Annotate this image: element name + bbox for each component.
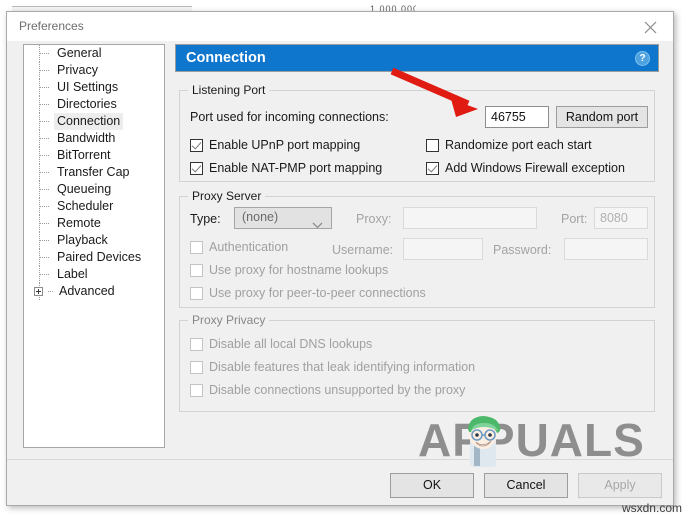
- sidebar-item-label: General: [57, 46, 102, 60]
- checkbox-enable-natpmp[interactable]: Enable NAT-PMP port mapping: [190, 161, 382, 175]
- sidebar-item-label: Transfer Cap: [57, 165, 130, 179]
- dialog-titlebar: Preferences: [7, 12, 673, 41]
- checkbox-box: [190, 383, 203, 397]
- sidebar-item-connection[interactable]: Connection: [24, 113, 164, 130]
- sidebar-item-label[interactable]: Label: [24, 266, 164, 283]
- proxy-host-input[interactable]: [403, 207, 537, 229]
- checkbox-box: [426, 138, 439, 152]
- checkbox-box: [190, 337, 203, 351]
- sidebar-item-advanced[interactable]: Advanced: [24, 283, 164, 300]
- checkbox-label: Enable NAT-PMP port mapping: [209, 161, 383, 175]
- checkbox-proxy-hostname-lookups[interactable]: Use proxy for hostname lookups: [190, 263, 388, 277]
- checkbox-box: [190, 286, 203, 300]
- sidebar-item-playback[interactable]: Playback: [24, 232, 164, 249]
- sidebar-item-label: Queueing: [57, 182, 112, 196]
- help-icon[interactable]: ?: [635, 51, 650, 66]
- settings-category-tree[interactable]: General Privacy UI Settings Directories Conn…: [23, 44, 165, 448]
- checkbox-label: Disable features that leak identifying i…: [209, 360, 476, 374]
- proxy-port-label: Port:: [561, 212, 588, 226]
- sidebar-item-general[interactable]: General: [24, 45, 164, 62]
- sidebar-item-label: Scheduler: [57, 199, 114, 213]
- checkbox-label: Use proxy for peer-to-peer connections: [209, 286, 426, 300]
- sidebar-item-label: Advanced: [59, 284, 115, 298]
- sidebar-item-directories[interactable]: Directories: [24, 96, 164, 113]
- checkbox-label: Disable all local DNS lookups: [209, 337, 373, 351]
- proxy-server-group: Proxy Server Type: (none) Proxy: Port: 8…: [179, 189, 655, 308]
- close-icon[interactable]: [629, 12, 673, 40]
- apply-button: Apply: [578, 473, 662, 498]
- pane-header: Connection ?: [175, 44, 659, 72]
- page-title: Connection: [186, 50, 266, 66]
- ok-button[interactable]: OK: [390, 473, 474, 498]
- proxy-password-label: Password:: [493, 243, 552, 257]
- sidebar-item-paired-devices[interactable]: Paired Devices: [24, 249, 164, 266]
- listening-port-group: Listening Port Port used for incoming co…: [179, 83, 655, 182]
- checkbox-randomize-port[interactable]: Randomize port each start: [426, 138, 592, 152]
- checkbox-disable-dns-lookups[interactable]: Disable all local DNS lookups: [190, 337, 372, 351]
- checkbox-authentication[interactable]: Authentication: [190, 240, 288, 254]
- sidebar-item-label: Connection: [54, 113, 124, 130]
- checkbox-box: [190, 240, 203, 254]
- sidebar-item-label: Playback: [57, 233, 108, 247]
- proxy-type-select[interactable]: (none): [234, 207, 332, 229]
- sidebar-item-label: Bandwidth: [57, 131, 116, 145]
- sidebar-item-scheduler[interactable]: Scheduler: [24, 198, 164, 215]
- sidebar-item-label: Remote: [57, 216, 101, 230]
- checkbox-disable-unsupported-connections[interactable]: Disable connections unsupported by the p…: [190, 383, 465, 397]
- listening-port-input[interactable]: 46755: [485, 106, 549, 128]
- checkbox-label: Authentication: [209, 240, 289, 254]
- checkbox-label: Enable UPnP port mapping: [209, 138, 361, 152]
- dialog-title: Preferences: [19, 19, 84, 33]
- chevron-down-icon: [312, 216, 323, 234]
- checkbox-proxy-p2p-connections[interactable]: Use proxy for peer-to-peer connections: [190, 286, 426, 300]
- proxy-type-value: (none): [242, 210, 279, 224]
- proxy-privacy-legend: Proxy Privacy: [188, 313, 270, 327]
- proxy-type-label: Type:: [190, 212, 221, 226]
- sidebar-item-label: Directories: [57, 97, 117, 111]
- proxy-privacy-group: Proxy Privacy Disable all local DNS look…: [179, 313, 655, 412]
- sidebar-item-label: Label: [57, 267, 88, 281]
- proxy-server-legend: Proxy Server: [188, 189, 266, 203]
- sidebar-item-bandwidth[interactable]: Bandwidth: [24, 130, 164, 147]
- sidebar-item-privacy[interactable]: Privacy: [24, 62, 164, 79]
- proxy-username-label: Username:: [332, 243, 394, 257]
- checkbox-label: Randomize port each start: [445, 138, 592, 152]
- sidebar-item-label: BitTorrent: [57, 148, 111, 162]
- checkbox-label: Add Windows Firewall exception: [445, 161, 625, 175]
- sidebar-item-ui-settings[interactable]: UI Settings: [24, 79, 164, 96]
- sidebar-item-bittorrent[interactable]: BitTorrent: [24, 147, 164, 164]
- settings-pane: Connection ? Listening Port Port used fo…: [175, 44, 659, 448]
- checkbox-box: [190, 263, 203, 277]
- proxy-port-input[interactable]: 8080: [594, 207, 648, 229]
- checkbox-box: [190, 161, 203, 175]
- checkbox-firewall-exception[interactable]: Add Windows Firewall exception: [426, 161, 625, 175]
- proxy-username-input[interactable]: [403, 238, 483, 260]
- port-used-label: Port used for incoming connections:: [190, 110, 389, 124]
- checkbox-box: [190, 138, 203, 152]
- preferences-dialog: Preferences General Privacy UI Settings Dir…: [6, 11, 674, 506]
- sidebar-item-transfer-cap[interactable]: Transfer Cap: [24, 164, 164, 181]
- sidebar-item-remote[interactable]: Remote: [24, 215, 164, 232]
- proxy-host-label: Proxy:: [356, 212, 392, 226]
- source-tag: wsxdn.com: [621, 501, 682, 515]
- sidebar-item-label: Privacy: [57, 63, 98, 77]
- checkbox-box: [190, 360, 203, 374]
- checkbox-enable-upnp[interactable]: Enable UPnP port mapping: [190, 138, 360, 152]
- expand-plus-icon[interactable]: [34, 287, 43, 296]
- proxy-password-input[interactable]: [564, 238, 648, 260]
- checkbox-box: [426, 161, 439, 175]
- checkbox-label: Use proxy for hostname lookups: [209, 263, 389, 277]
- sidebar-item-label: UI Settings: [57, 80, 119, 94]
- listening-port-legend: Listening Port: [188, 83, 270, 97]
- random-port-button[interactable]: Random port: [556, 106, 648, 128]
- checkbox-label: Disable connections unsupported by the p…: [209, 383, 466, 397]
- dialog-footer: OK Cancel Apply: [7, 460, 673, 505]
- cancel-button[interactable]: Cancel: [484, 473, 568, 498]
- sidebar-item-label: Paired Devices: [57, 250, 142, 264]
- sidebar-item-queueing[interactable]: Queueing: [24, 181, 164, 198]
- checkbox-disable-identifying-features[interactable]: Disable features that leak identifying i…: [190, 360, 475, 374]
